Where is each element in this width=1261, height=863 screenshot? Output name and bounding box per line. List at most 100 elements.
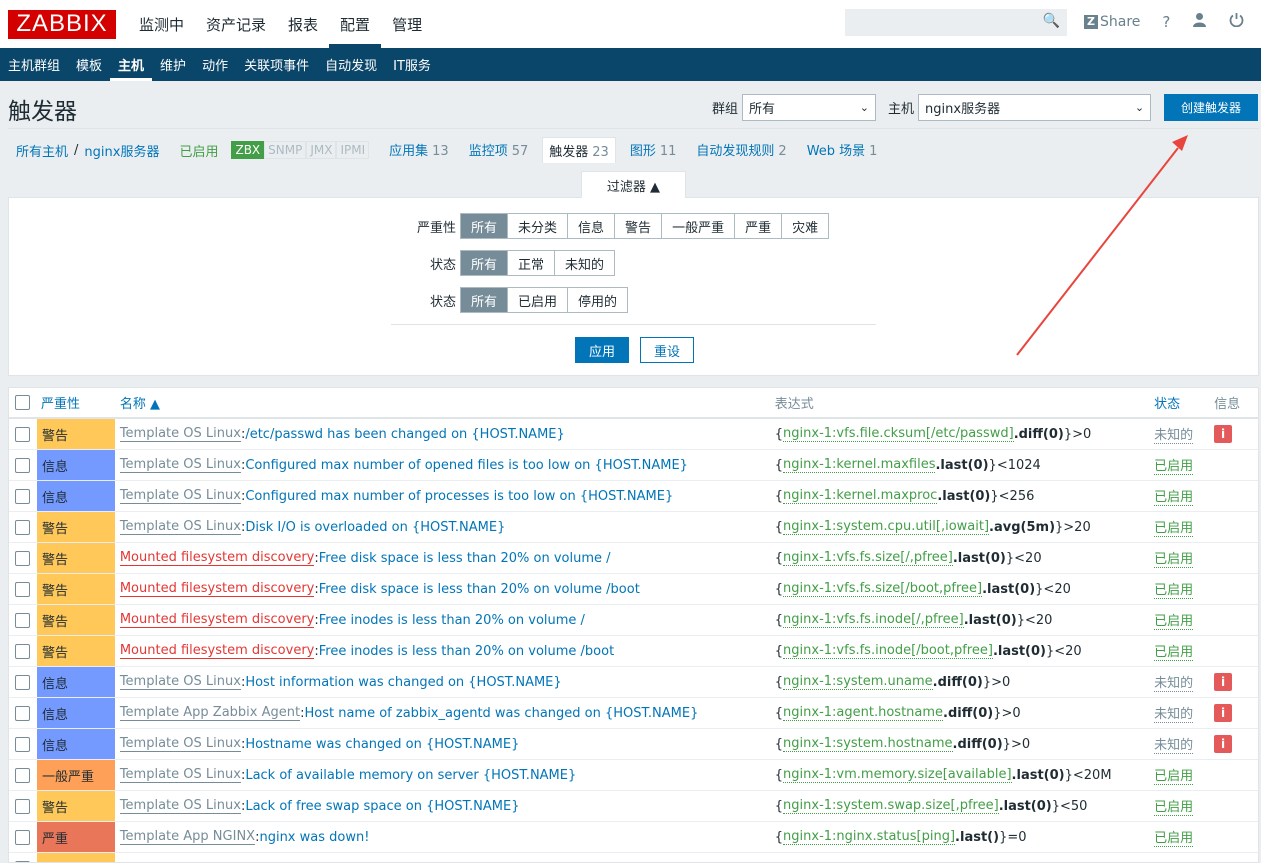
template-link[interactable]: Template OS Linux xyxy=(119,674,241,690)
row-checkbox[interactable] xyxy=(9,419,37,449)
filter-option[interactable]: 已启用 xyxy=(507,288,568,312)
row-checkbox[interactable] xyxy=(9,729,37,759)
group-select[interactable]: 所有 ⌄ xyxy=(742,94,877,121)
filter-option[interactable]: 严重 xyxy=(734,214,782,238)
error-info-icon[interactable]: i xyxy=(1214,704,1233,722)
row-checkbox[interactable] xyxy=(9,512,37,542)
sub-nav-item[interactable]: IT服务 xyxy=(385,48,439,81)
search-input[interactable]: 🔍 xyxy=(845,9,1067,36)
trigger-name-link[interactable]: Free disk space is less than 20% on volu… xyxy=(319,582,640,597)
filter-option[interactable]: 信息 xyxy=(567,214,615,238)
error-info-icon[interactable]: i xyxy=(1214,673,1233,691)
filter-option[interactable]: 一般严重 xyxy=(661,214,735,238)
sub-nav-item[interactable]: 主机群组 xyxy=(0,48,68,81)
template-link[interactable]: Mounted filesystem discovery xyxy=(119,550,315,566)
row-checkbox[interactable] xyxy=(9,698,37,728)
expr-item-link[interactable]: nginx-1:system.cpu.util[,iowait] xyxy=(783,519,990,535)
filter-option[interactable]: 未知的 xyxy=(554,251,615,275)
trigger-name-link[interactable]: Disk I/O is overloaded on {HOST.NAME} xyxy=(245,520,505,535)
template-link[interactable]: Mounted filesystem discovery xyxy=(119,643,315,659)
select-all-checkbox[interactable] xyxy=(9,395,37,410)
expr-item-link[interactable]: nginx-1:system.swap.size[,pfree] xyxy=(783,798,999,814)
main-nav-item[interactable]: 报表 xyxy=(277,0,329,48)
filter-option[interactable]: 正常 xyxy=(507,251,555,275)
power-icon[interactable] xyxy=(1229,12,1244,31)
sub-nav-item[interactable]: 关联项事件 xyxy=(236,48,317,81)
status-link[interactable]: 未知的 xyxy=(1154,672,1194,692)
sub-nav-item[interactable]: 自动发现 xyxy=(317,48,385,81)
row-checkbox[interactable] xyxy=(9,760,37,790)
status-link[interactable]: 已启用 xyxy=(1154,486,1194,506)
trigger-name-link[interactable]: Free inodes is less than 20% on volume /… xyxy=(319,644,614,659)
apply-button[interactable]: 应用 xyxy=(575,337,629,363)
sub-nav-item[interactable]: 动作 xyxy=(194,48,236,81)
breadcrumb-all-hosts[interactable]: 所有主机 xyxy=(16,141,68,160)
expr-item-link[interactable]: nginx-1:vm.memory.size[available] xyxy=(783,767,1012,783)
trigger-name-link[interactable]: Lack of free swap space on {HOST.NAME} xyxy=(245,799,519,814)
trigger-name-link[interactable]: Lack of available memory on server {HOST… xyxy=(245,768,576,783)
expr-item-link[interactable]: nginx-1:kernel.maxproc xyxy=(783,488,938,504)
host-status[interactable]: 已启用 xyxy=(179,141,218,160)
trigger-name-link[interactable]: Free disk space is less than 20% on volu… xyxy=(319,551,611,566)
sub-nav-item[interactable]: 主机 xyxy=(110,48,153,81)
template-link[interactable]: Template OS Linux xyxy=(119,736,241,752)
template-link[interactable]: Template App NGINX xyxy=(119,829,256,845)
main-nav-item[interactable]: 资产记录 xyxy=(195,0,277,48)
search-icon[interactable]: 🔍 xyxy=(1043,13,1060,29)
host-select[interactable]: nginx服务器 ⌄ xyxy=(918,94,1152,121)
status-link[interactable]: 已启用 xyxy=(1154,455,1194,475)
template-link[interactable]: Template App Zabbix Agent xyxy=(119,705,301,721)
filter-option[interactable]: 所有 xyxy=(461,288,508,312)
row-checkbox[interactable] xyxy=(9,791,37,821)
breadcrumb-host[interactable]: nginx服务器 xyxy=(84,141,159,160)
filter-option[interactable]: 所有 xyxy=(461,214,508,238)
reset-button[interactable]: 重设 xyxy=(640,337,694,363)
trigger-name-link[interactable]: Host name of zabbix_agentd was changed o… xyxy=(305,706,699,721)
template-link[interactable]: Mounted filesystem discovery xyxy=(119,612,315,628)
filter-tab[interactable]: 过滤器 ▲ xyxy=(581,171,686,198)
filter-option[interactable]: 未分类 xyxy=(507,214,568,238)
expr-item-link[interactable]: nginx-1:system.hostname xyxy=(783,736,953,752)
status-link[interactable]: 已启用 xyxy=(1154,579,1194,599)
zabbix-logo[interactable]: ZABBIX xyxy=(8,9,116,39)
host-tab[interactable]: Web 场景 1 xyxy=(801,137,884,163)
status-link[interactable]: 已启用 xyxy=(1154,548,1194,568)
template-link[interactable]: Template OS Linux xyxy=(119,767,241,783)
expr-item-link[interactable]: nginx-1:nginx.status[ping] xyxy=(783,829,956,845)
trigger-name-link[interactable]: Configured max number of processes is to… xyxy=(245,489,673,504)
template-link[interactable]: Template OS Linux xyxy=(119,457,241,473)
status-link[interactable]: 已启用 xyxy=(1154,517,1194,537)
template-link[interactable]: Template OS Linux xyxy=(119,519,241,535)
expr-item-link[interactable]: nginx-1:system.uname xyxy=(783,674,933,690)
status-link[interactable]: 已启用 xyxy=(1154,796,1194,816)
expr-item-link[interactable]: nginx-1:vfs.fs.inode[/,pfree] xyxy=(783,612,964,628)
host-tab[interactable]: 监控项 57 xyxy=(463,137,535,163)
user-icon[interactable] xyxy=(1192,12,1207,31)
trigger-name-link[interactable]: /etc/passwd has been changed on {HOST.NA… xyxy=(245,427,564,442)
status-link[interactable]: 未知的 xyxy=(1154,703,1194,723)
create-trigger-button[interactable]: 创建触发器 xyxy=(1164,94,1258,121)
expr-item-link[interactable]: nginx-1:agent.hostname xyxy=(783,705,944,721)
status-link[interactable]: 已启用 xyxy=(1154,827,1194,847)
status-link[interactable]: 已启用 xyxy=(1154,858,1193,862)
row-checkbox[interactable] xyxy=(9,450,37,480)
status-link[interactable]: 未知的 xyxy=(1154,424,1194,444)
row-checkbox[interactable] xyxy=(9,822,37,852)
template-link[interactable]: Mounted filesystem discovery xyxy=(119,581,315,597)
status-link[interactable]: 未知的 xyxy=(1154,734,1194,754)
row-checkbox[interactable] xyxy=(9,667,37,697)
row-checkbox[interactable] xyxy=(9,574,37,604)
trigger-name-link[interactable]: nginx was down! xyxy=(259,830,369,845)
filter-option[interactable]: 灾难 xyxy=(781,214,829,238)
header-status[interactable]: 状态 xyxy=(1150,393,1210,412)
expr-item-link[interactable]: nginx-1:vfs.fs.inode[/boot,pfree] xyxy=(783,643,993,659)
main-nav-item[interactable]: 管理 xyxy=(381,0,433,48)
error-info-icon[interactable]: i xyxy=(1214,735,1233,753)
filter-option[interactable]: 所有 xyxy=(461,251,508,275)
trigger-name-link[interactable]: Host information was changed on {HOST.NA… xyxy=(245,675,561,690)
expr-item-link[interactable]: nginx-1:kernel.maxfiles xyxy=(783,457,936,473)
error-info-icon[interactable]: i xyxy=(1214,425,1233,443)
host-tab[interactable]: 触发器 23 xyxy=(542,137,616,163)
trigger-name-link[interactable]: Configured max number of opened files is… xyxy=(245,458,688,473)
status-link[interactable]: 已启用 xyxy=(1154,765,1194,785)
